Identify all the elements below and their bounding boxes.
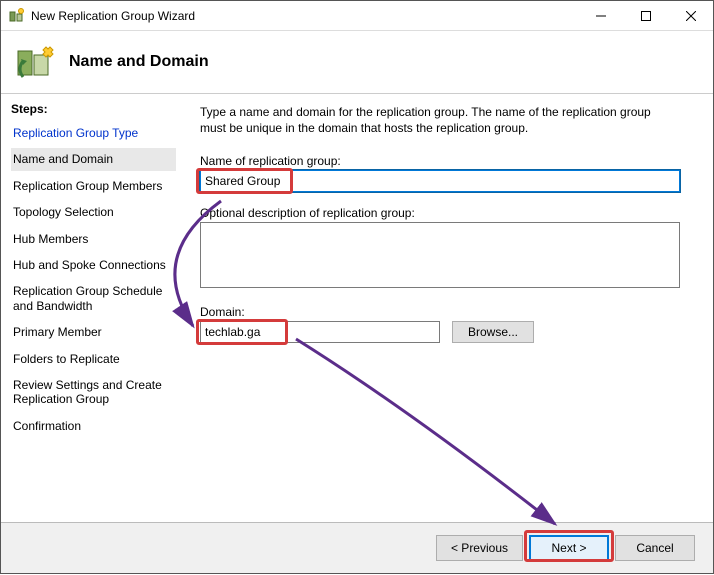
instruction-text: Type a name and domain for the replicati… xyxy=(200,104,670,136)
step-item-1: Name and Domain xyxy=(11,148,176,170)
steps-sidebar: Steps: Replication Group Type Name and Do… xyxy=(1,94,186,574)
step-item-3: Topology Selection xyxy=(11,201,176,223)
step-item-9: Review Settings and Create Replication G… xyxy=(11,374,176,411)
step-item-4: Hub Members xyxy=(11,228,176,250)
previous-button[interactable]: < Previous xyxy=(436,535,523,561)
name-label: Name of replication group: xyxy=(200,154,680,168)
step-item-10: Confirmation xyxy=(11,415,176,437)
description-textarea[interactable] xyxy=(200,222,680,288)
wizard-header: Name and Domain xyxy=(1,31,713,94)
page-title: Name and Domain xyxy=(69,53,209,71)
step-item-8: Folders to Replicate xyxy=(11,348,176,370)
wizard-footer: < Previous Next > Cancel xyxy=(1,522,713,573)
app-icon xyxy=(9,8,25,24)
step-item-6: Replication Group Schedule and Bandwidth xyxy=(11,280,176,317)
step-item-5: Hub and Spoke Connections xyxy=(11,254,176,276)
next-button[interactable]: Next > xyxy=(529,535,609,561)
step-item-2: Replication Group Members xyxy=(11,175,176,197)
steps-heading: Steps: xyxy=(11,102,176,116)
wizard-icon xyxy=(15,41,57,83)
window-controls xyxy=(578,1,713,30)
maximize-button[interactable] xyxy=(623,1,668,30)
close-button[interactable] xyxy=(668,1,713,30)
replication-group-name-input[interactable] xyxy=(200,170,680,192)
description-label: Optional description of replication grou… xyxy=(200,206,680,220)
domain-label: Domain: xyxy=(200,305,680,319)
browse-button[interactable]: Browse... xyxy=(452,321,534,343)
domain-input[interactable] xyxy=(200,321,440,343)
step-item-7: Primary Member xyxy=(11,321,176,343)
main-panel: Type a name and domain for the replicati… xyxy=(186,94,713,574)
cancel-button[interactable]: Cancel xyxy=(615,535,695,561)
step-item-0[interactable]: Replication Group Type xyxy=(11,122,176,144)
window-title: New Replication Group Wizard xyxy=(31,9,578,23)
minimize-button[interactable] xyxy=(578,1,623,30)
titlebar: New Replication Group Wizard xyxy=(1,1,713,31)
